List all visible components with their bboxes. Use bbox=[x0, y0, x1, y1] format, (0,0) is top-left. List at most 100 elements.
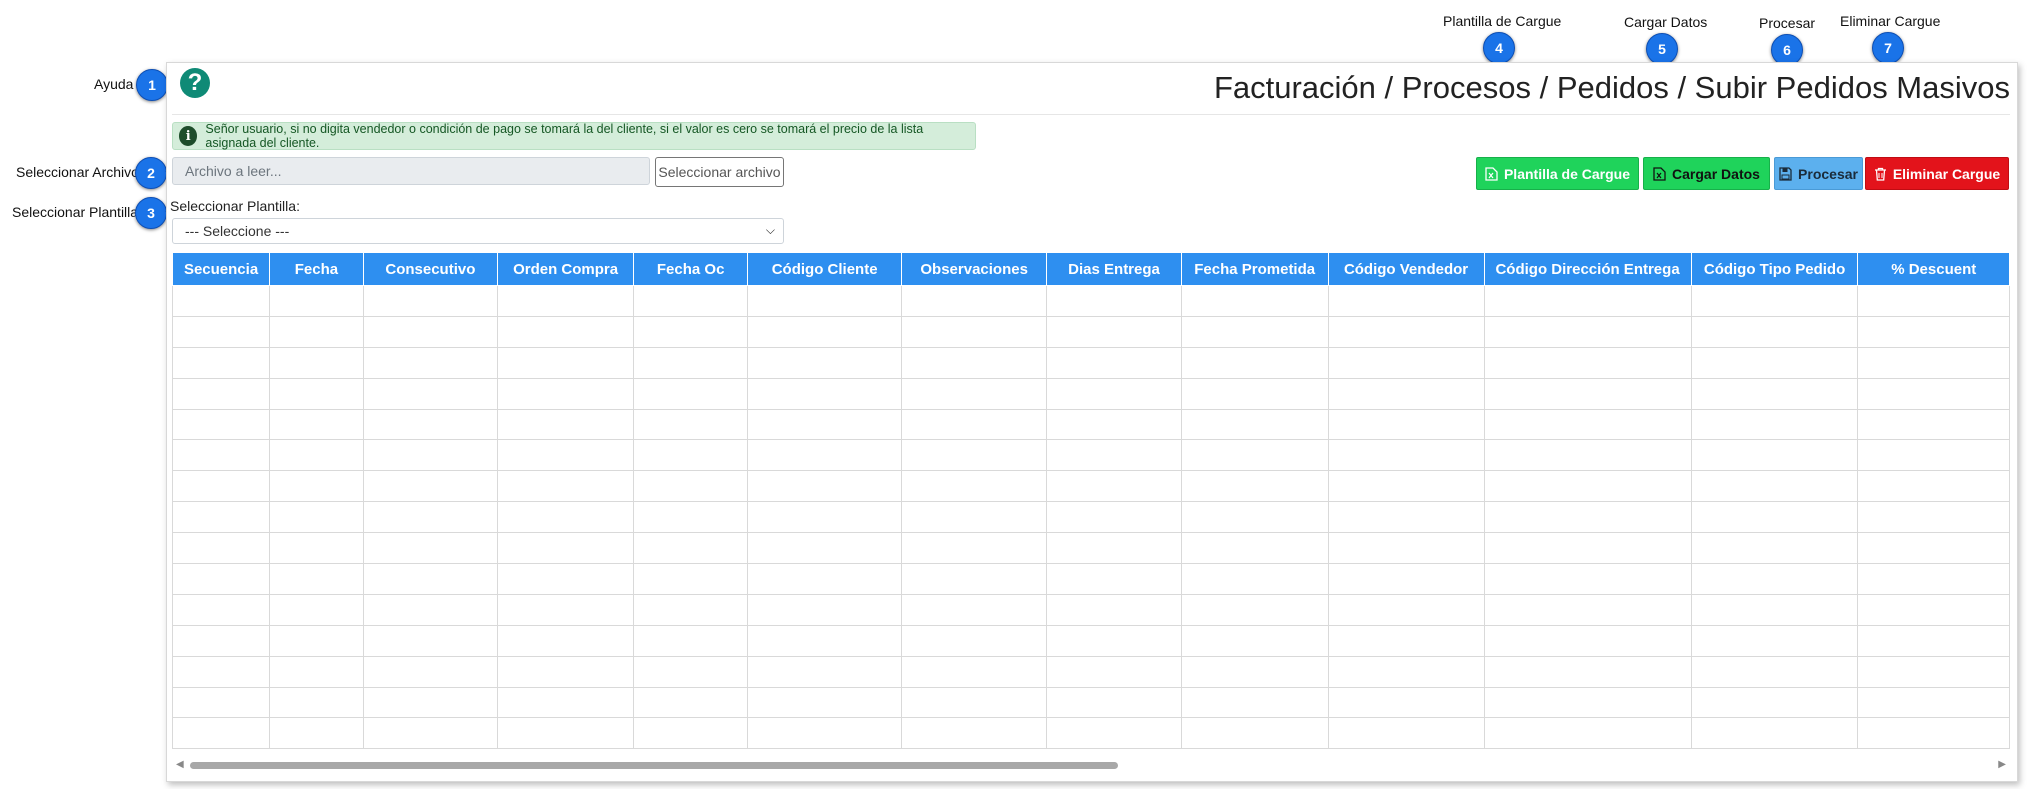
table-cell[interactable] bbox=[901, 593, 1048, 626]
table-cell[interactable] bbox=[747, 655, 903, 688]
table-cell[interactable] bbox=[362, 439, 499, 472]
table-cell[interactable] bbox=[497, 315, 635, 348]
table-row[interactable] bbox=[172, 470, 2010, 503]
table-cell[interactable] bbox=[172, 315, 271, 348]
table-cell[interactable] bbox=[1180, 346, 1329, 379]
table-cell[interactable] bbox=[1483, 285, 1692, 317]
table-cell[interactable] bbox=[747, 315, 903, 348]
table-cell[interactable] bbox=[497, 346, 635, 379]
table-cell[interactable] bbox=[362, 315, 499, 348]
table-cell[interactable] bbox=[497, 470, 635, 503]
table-cell[interactable] bbox=[1690, 408, 1859, 441]
table-cell[interactable] bbox=[497, 377, 635, 410]
table-cell[interactable] bbox=[747, 346, 903, 379]
cargar-datos-button[interactable]: Cargar Datos bbox=[1643, 157, 1770, 190]
table-cell[interactable] bbox=[362, 501, 499, 534]
table-cell[interactable] bbox=[1690, 655, 1859, 688]
table-cell[interactable] bbox=[362, 377, 499, 410]
table-cell[interactable] bbox=[633, 532, 749, 565]
table-cell[interactable] bbox=[1690, 377, 1859, 410]
table-cell[interactable] bbox=[497, 439, 635, 472]
table-cell[interactable] bbox=[1857, 470, 2010, 503]
table-cell[interactable] bbox=[362, 470, 499, 503]
table-cell[interactable] bbox=[747, 563, 903, 595]
table-cell[interactable] bbox=[172, 470, 271, 503]
table-row[interactable] bbox=[172, 563, 2010, 595]
table-cell[interactable] bbox=[1046, 624, 1182, 657]
table-cell[interactable] bbox=[747, 439, 903, 472]
table-cell[interactable] bbox=[497, 563, 635, 595]
table-cell[interactable] bbox=[1690, 285, 1859, 317]
table-cell[interactable] bbox=[1483, 470, 1692, 503]
table-row[interactable] bbox=[172, 593, 2010, 626]
table-row[interactable] bbox=[172, 501, 2010, 534]
table-cell[interactable] bbox=[633, 501, 749, 534]
table-cell[interactable] bbox=[747, 408, 903, 441]
table-cell[interactable] bbox=[1857, 593, 2010, 626]
table-cell[interactable] bbox=[633, 408, 749, 441]
table-cell[interactable] bbox=[362, 408, 499, 441]
table-cell[interactable] bbox=[1690, 315, 1859, 348]
table-cell[interactable] bbox=[1483, 315, 1692, 348]
table-cell[interactable] bbox=[747, 686, 903, 719]
table-cell[interactable] bbox=[1046, 563, 1182, 595]
table-cell[interactable] bbox=[1483, 439, 1692, 472]
table-cell[interactable] bbox=[1046, 285, 1182, 317]
eliminar-cargue-button[interactable]: Eliminar Cargue bbox=[1865, 157, 2009, 190]
table-cell[interactable] bbox=[1180, 439, 1329, 472]
column-header[interactable]: Secuencia bbox=[172, 252, 271, 286]
table-cell[interactable] bbox=[1857, 408, 2010, 441]
table-cell[interactable] bbox=[1327, 501, 1485, 534]
table-cell[interactable] bbox=[1180, 408, 1329, 441]
table-cell[interactable] bbox=[1857, 717, 2010, 750]
horizontal-scrollbar[interactable]: ◀ ▶ bbox=[172, 757, 2010, 773]
table-cell[interactable] bbox=[172, 563, 271, 595]
column-header[interactable]: Dias Entrega bbox=[1046, 252, 1182, 286]
table-row[interactable] bbox=[172, 377, 2010, 410]
procesar-button[interactable]: Procesar bbox=[1774, 157, 1863, 190]
table-cell[interactable] bbox=[1327, 624, 1485, 657]
table-cell[interactable] bbox=[172, 655, 271, 688]
table-cell[interactable] bbox=[633, 593, 749, 626]
table-cell[interactable] bbox=[1180, 377, 1329, 410]
table-cell[interactable] bbox=[172, 501, 271, 534]
table-cell[interactable] bbox=[172, 377, 271, 410]
table-cell[interactable] bbox=[633, 470, 749, 503]
table-cell[interactable] bbox=[497, 408, 635, 441]
table-cell[interactable] bbox=[1690, 532, 1859, 565]
table-cell[interactable] bbox=[901, 655, 1048, 688]
table-cell[interactable] bbox=[1327, 686, 1485, 719]
template-select[interactable]: --- Seleccione --- ⌵ bbox=[172, 218, 784, 244]
table-cell[interactable] bbox=[901, 315, 1048, 348]
table-cell[interactable] bbox=[269, 563, 364, 595]
table-cell[interactable] bbox=[172, 285, 271, 317]
table-cell[interactable] bbox=[362, 563, 499, 595]
table-cell[interactable] bbox=[362, 717, 499, 750]
table-cell[interactable] bbox=[633, 285, 749, 317]
table-cell[interactable] bbox=[497, 532, 635, 565]
table-cell[interactable] bbox=[901, 686, 1048, 719]
table-cell[interactable] bbox=[497, 624, 635, 657]
table-cell[interactable] bbox=[362, 655, 499, 688]
table-cell[interactable] bbox=[172, 686, 271, 719]
table-cell[interactable] bbox=[1483, 624, 1692, 657]
table-cell[interactable] bbox=[1483, 501, 1692, 534]
table-cell[interactable] bbox=[747, 470, 903, 503]
table-cell[interactable] bbox=[633, 624, 749, 657]
table-cell[interactable] bbox=[747, 501, 903, 534]
table-cell[interactable] bbox=[269, 315, 364, 348]
table-cell[interactable] bbox=[1180, 655, 1329, 688]
table-cell[interactable] bbox=[1180, 593, 1329, 626]
column-header[interactable]: Código Dirección Entrega bbox=[1483, 252, 1692, 286]
table-cell[interactable] bbox=[1690, 717, 1859, 750]
column-header[interactable]: Fecha Prometida bbox=[1180, 252, 1329, 286]
select-file-button[interactable]: Seleccionar archivo bbox=[655, 157, 784, 187]
column-header[interactable]: Fecha bbox=[269, 252, 364, 286]
table-cell[interactable] bbox=[362, 532, 499, 565]
table-cell[interactable] bbox=[172, 593, 271, 626]
table-cell[interactable] bbox=[497, 655, 635, 688]
table-cell[interactable] bbox=[1857, 563, 2010, 595]
table-cell[interactable] bbox=[633, 563, 749, 595]
table-row[interactable] bbox=[172, 285, 2010, 317]
table-cell[interactable] bbox=[1483, 532, 1692, 565]
